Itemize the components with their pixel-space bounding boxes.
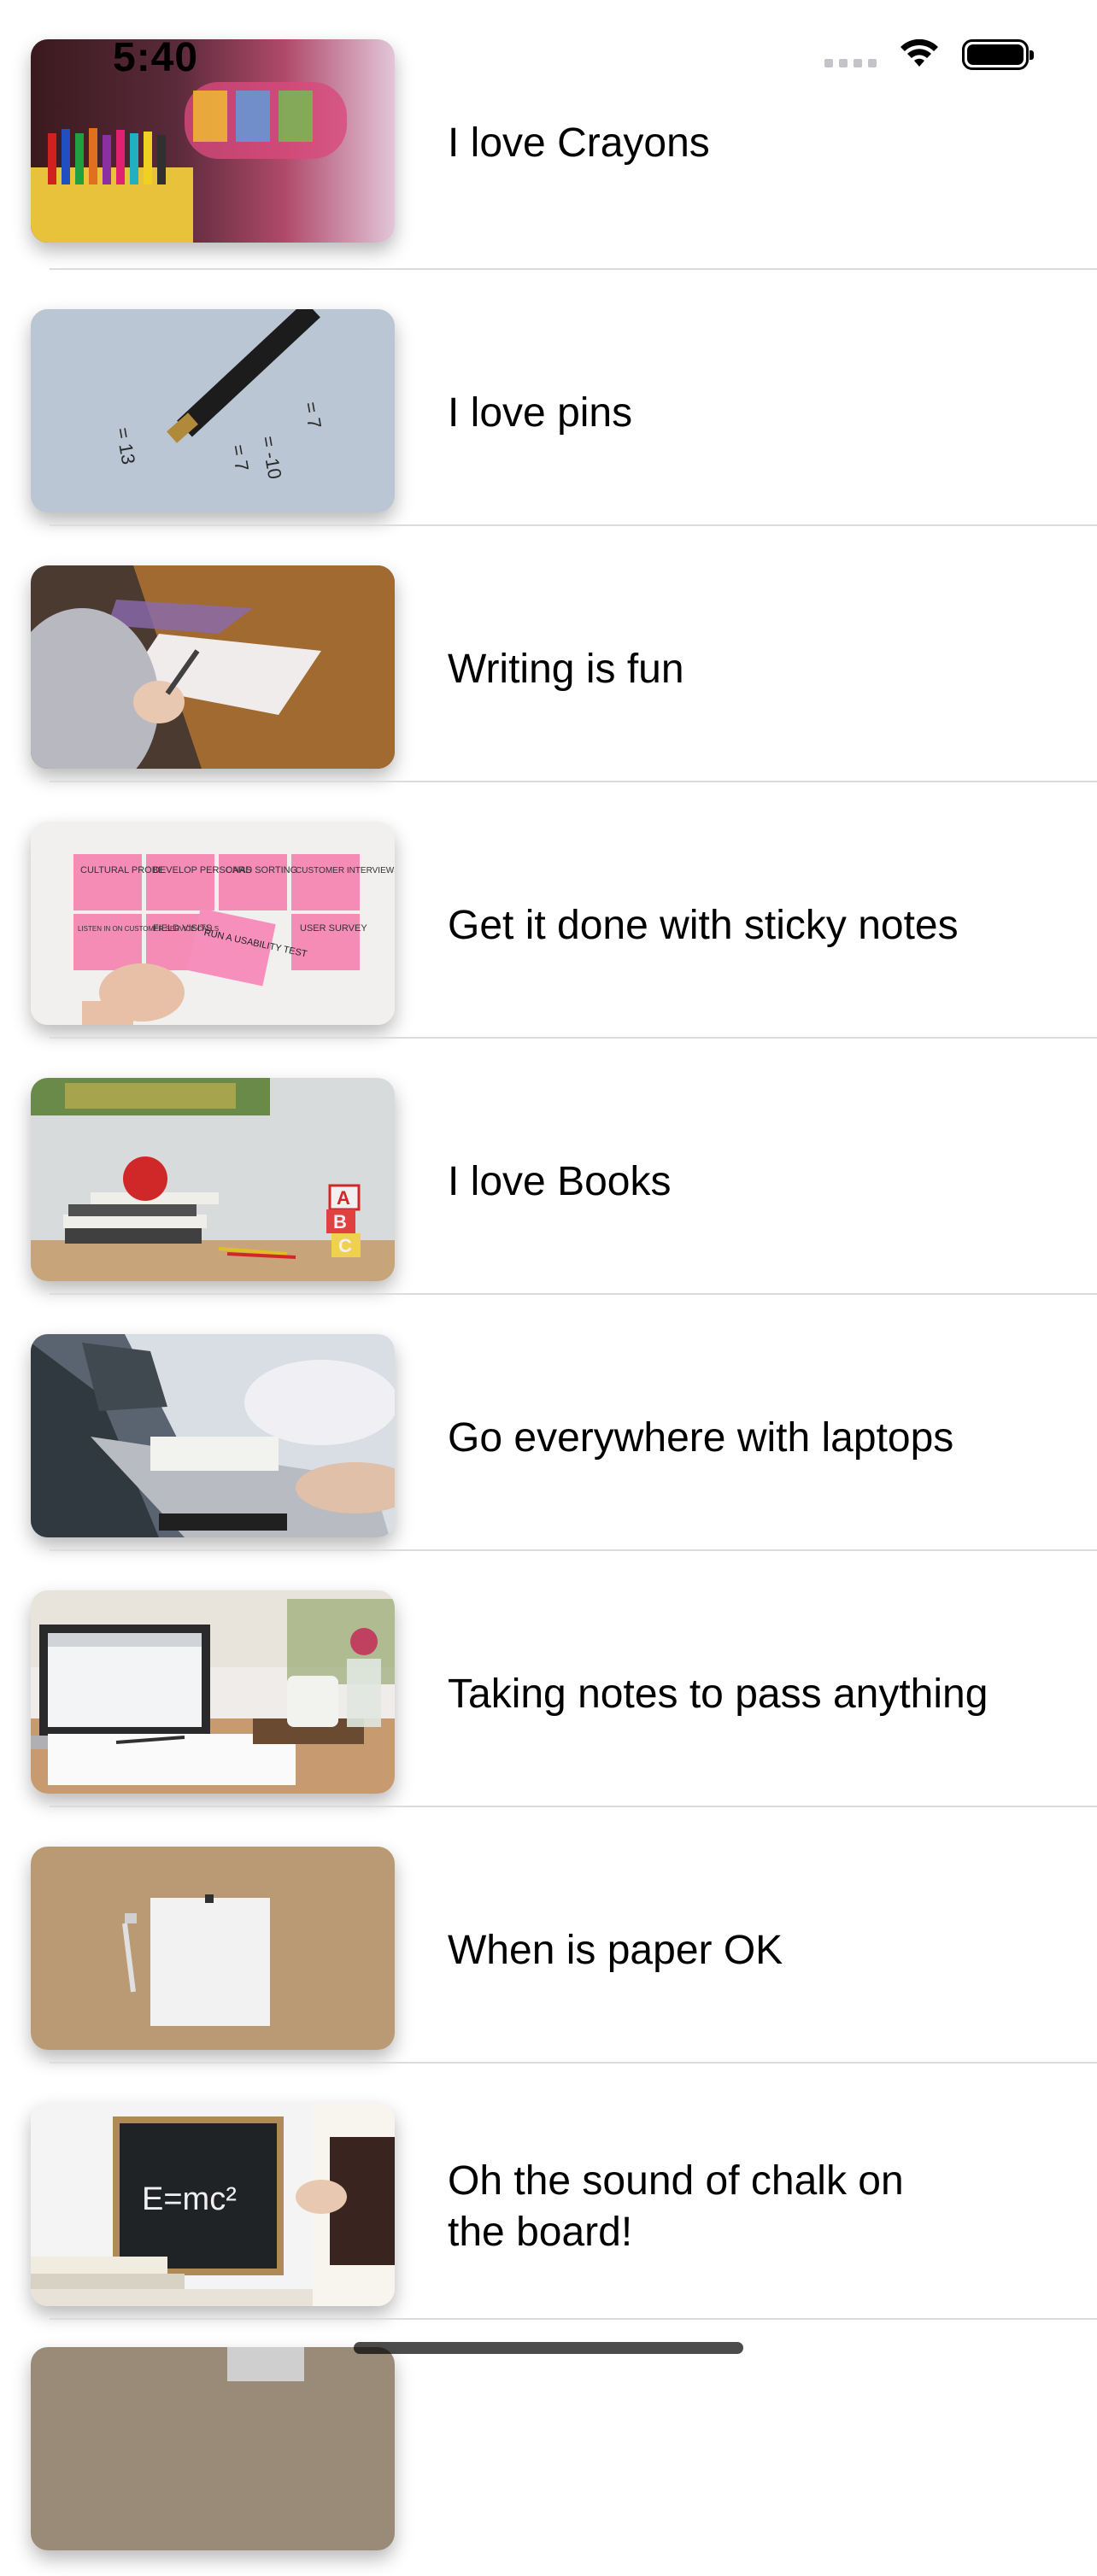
sticky-note-text: FIELD VISITS <box>153 923 212 934</box>
chalkboard-thumbnail: E=mc² <box>31 2103 395 2306</box>
list-item-title: Go everywhere with laptops <box>448 1415 954 1461</box>
sticky-notes-thumbnail: CULTURAL PROBE DEVELOP PERSONAS CARD SOR… <box>31 822 395 1025</box>
list-item-title: When is paper OK <box>448 1928 783 1973</box>
block-letter: C <box>338 1235 352 1256</box>
sticky-note-text: CULTURAL PROBE <box>80 865 164 875</box>
notes-thumbnail <box>31 1590 395 1794</box>
list-row-books[interactable]: A B C I love Books <box>0 1039 1097 1295</box>
svg-text:= 7: = 7 <box>227 443 253 473</box>
list-row-pins[interactable]: = 13 = 7 = -10 = 7 I love pins <box>0 270 1097 526</box>
sticky-note-text: CARD SORTING <box>226 865 297 875</box>
books-thumbnail: A B C <box>31 1078 395 1281</box>
sticky-note-text: CUSTOMER INTERVIEWS <box>296 866 395 875</box>
list-row-crayons[interactable]: I love Crayons <box>0 0 1097 270</box>
list-item-title: Get it done with sticky notes <box>448 903 959 948</box>
list-item-title: Oh the sound of chalk on the board! <box>448 2158 904 2255</box>
list-row-chalk[interactable]: E=mc² Oh the sound of chalk on the board… <box>0 2064 1097 2320</box>
pen-math-thumbnail: = 13 = 7 = -10 = 7 <box>31 309 395 512</box>
block-letter: A <box>337 1187 350 1209</box>
list-row-paper[interactable]: When is paper OK <box>0 1807 1097 2064</box>
list-item-title: I love Books <box>448 1159 672 1204</box>
list-row-writing[interactable]: Writing is fun <box>0 526 1097 782</box>
block-letter: B <box>333 1211 347 1232</box>
list-item-title: I love Crayons <box>448 120 710 166</box>
writing-thumbnail <box>31 565 395 769</box>
list-row-laptops[interactable]: Go everywhere with laptops <box>0 1295 1097 1551</box>
list-item-title: Taking notes to pass anything <box>448 1671 988 1717</box>
home-indicator[interactable] <box>354 2342 743 2354</box>
list-item-title: Writing is fun <box>448 647 684 692</box>
laptops-thumbnail <box>31 1334 395 1537</box>
partial-thumbnail <box>31 2347 395 2550</box>
list-row-sticky-notes[interactable]: CULTURAL PROBE DEVELOP PERSONAS CARD SOR… <box>0 782 1097 1039</box>
svg-text:= 7: = 7 <box>300 401 326 430</box>
item-list: I love Crayons = 13 = 7 = -10 = 7 I love… <box>0 0 1097 2576</box>
list-row-notes[interactable]: Taking notes to pass anything <box>0 1551 1097 1807</box>
crayons-thumbnail <box>31 39 395 243</box>
list-item-title: I love pins <box>448 390 633 436</box>
sticky-note-text: USER SURVEY <box>300 923 367 934</box>
list-row-partial[interactable] <box>0 2320 1097 2576</box>
paper-thumbnail <box>31 1847 395 2050</box>
chalk-equation: E=mc² <box>142 2181 237 2217</box>
